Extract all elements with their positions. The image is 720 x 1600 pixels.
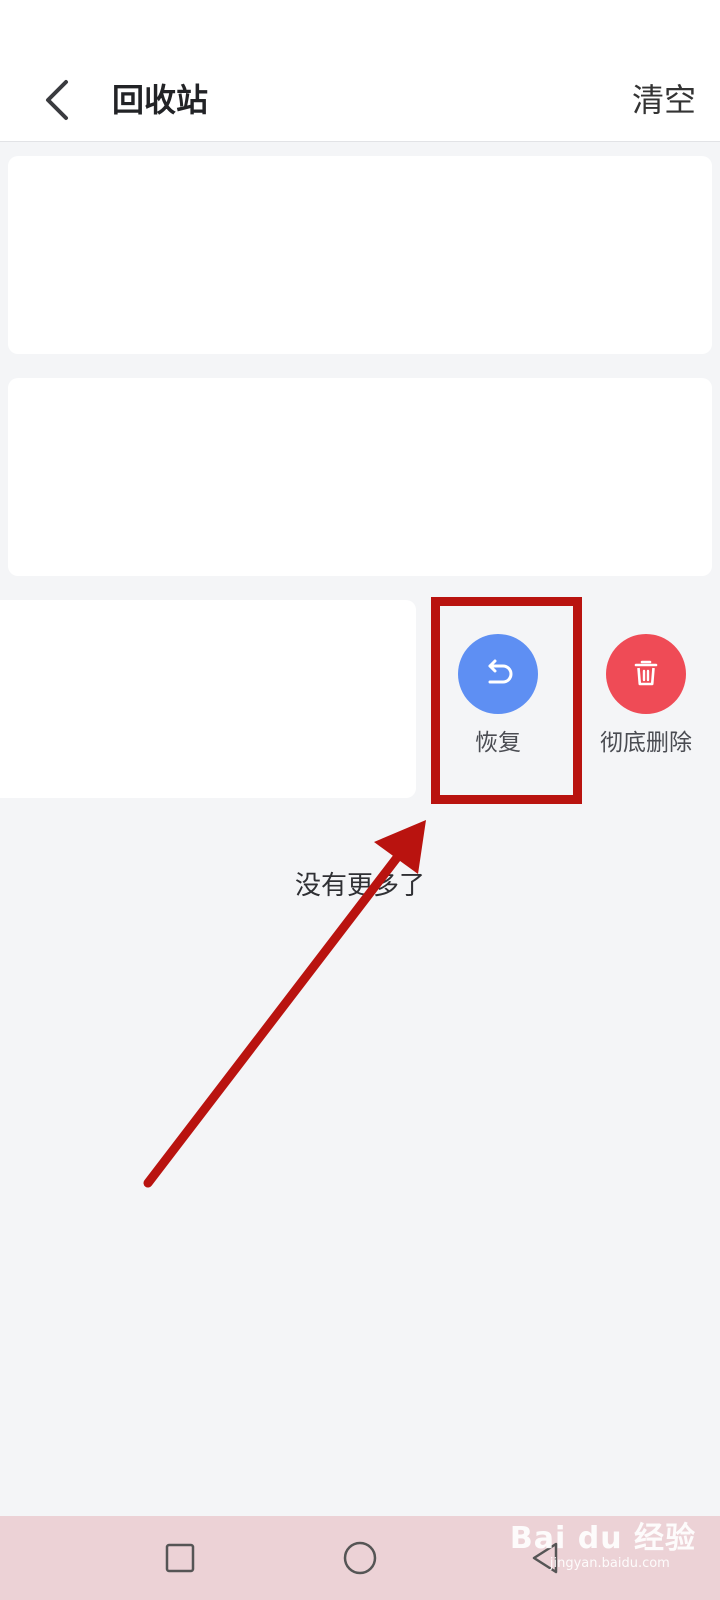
clear-all-button[interactable]: 清空 xyxy=(632,80,696,120)
undo-arrow-icon xyxy=(488,659,513,684)
delete-label: 彻底删除 xyxy=(600,730,692,756)
restore-button[interactable]: 恢复 xyxy=(438,634,558,758)
system-navigation-bar xyxy=(0,1516,720,1600)
restore-label: 恢复 xyxy=(475,730,521,756)
home-button[interactable] xyxy=(334,1532,386,1584)
square-icon xyxy=(165,1543,195,1573)
recent-apps-button[interactable] xyxy=(154,1532,206,1584)
page-title: 回收站 xyxy=(112,81,209,119)
app-header: 回收站 清空 xyxy=(0,0,720,142)
triangle-back-icon xyxy=(532,1542,558,1574)
delete-icon-circle xyxy=(606,634,686,714)
chevron-left-icon xyxy=(46,80,68,120)
circle-icon xyxy=(343,1541,377,1575)
system-back-button[interactable] xyxy=(520,1532,572,1584)
list-item[interactable] xyxy=(8,156,712,354)
restore-icon-circle xyxy=(458,634,538,714)
delete-permanently-button[interactable]: 彻底删除 xyxy=(586,634,706,758)
trash-icon xyxy=(634,660,658,686)
no-more-text: 没有更多了 xyxy=(294,871,425,901)
list-item[interactable] xyxy=(8,378,712,576)
back-button[interactable] xyxy=(30,72,86,128)
list-item-swiped[interactable] xyxy=(0,600,416,798)
